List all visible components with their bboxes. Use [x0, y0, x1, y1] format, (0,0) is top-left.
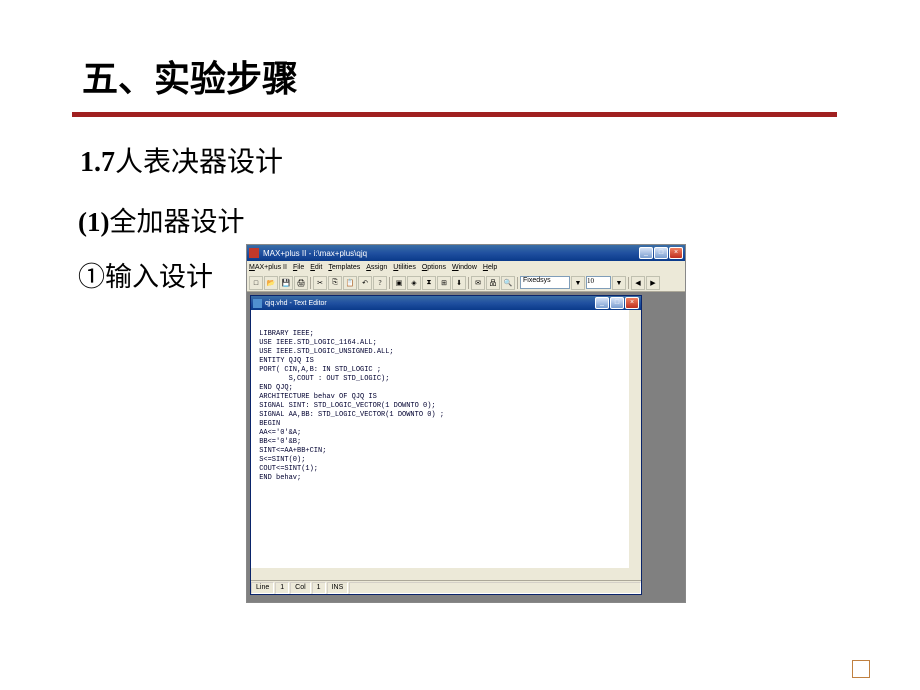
code-line: PORT( CIN,A,B: IN STD_LOGIC ; — [255, 366, 637, 375]
maximize-button[interactable]: □ — [654, 247, 668, 259]
prog-icon[interactable]: ⬇ — [452, 276, 466, 290]
heading-1-text: 人表决器设计 — [115, 147, 283, 178]
code-line: END behav; — [255, 474, 637, 483]
window-controls: _ □ × — [639, 247, 683, 259]
slide-nav-button[interactable] — [852, 660, 870, 678]
editor-minimize-button[interactable]: _ — [595, 297, 609, 309]
font-select[interactable]: Fixedsys — [520, 276, 570, 289]
mdi-area: qjq.vhd - Text Editor _ □ × LIBRARY IEEE… — [247, 292, 685, 602]
print-icon[interactable]: 🖨 — [294, 276, 308, 290]
sim-icon[interactable]: ◈ — [407, 276, 421, 290]
indent-right-icon[interactable]: ▶ — [646, 276, 660, 290]
minimize-button[interactable]: _ — [639, 247, 653, 259]
code-line: S,COUT : OUT STD_LOGIC); — [255, 375, 637, 384]
status-col-label: Col — [290, 582, 311, 594]
menu-maxplusii[interactable]: MAX+plus II — [249, 264, 287, 271]
toolbar-separator — [310, 277, 311, 289]
horizontal-scrollbar[interactable] — [251, 568, 629, 580]
hierarchy-icon[interactable]: 品 — [486, 276, 500, 290]
menu-utilities[interactable]: Utilities — [393, 264, 416, 271]
search-icon[interactable]: 🔍 — [501, 276, 515, 290]
indent-left-icon[interactable]: ◀ — [631, 276, 645, 290]
toolbar-separator — [628, 277, 629, 289]
menu-file[interactable]: File — [293, 264, 304, 271]
toolbar-separator — [517, 277, 518, 289]
app-icon — [249, 248, 259, 258]
new-icon[interactable]: □ — [249, 276, 263, 290]
code-editor[interactable]: LIBRARY IEEE; USE IEEE.STD_LOGIC_1164.AL… — [251, 310, 641, 580]
code-line: LIBRARY IEEE; — [255, 330, 637, 339]
editor-title: qjq.vhd - Text Editor — [265, 300, 595, 307]
menu-edit[interactable]: Edit — [310, 264, 322, 271]
editor-controls: _ □ × — [595, 297, 639, 309]
app-title: MAX+plus II - i:\max+plus\qjq — [263, 249, 639, 258]
code-line: ENTITY QJQ IS — [255, 357, 637, 366]
heading-3: ①输入设计 — [78, 255, 213, 294]
editor-statusbar: Line 1 Col 1 INS — [251, 580, 641, 594]
status-line-value: 1 — [275, 582, 289, 594]
code-line: S<=SINT(0); — [255, 456, 637, 465]
help-icon[interactable]: ? — [373, 276, 387, 290]
status-line-label: Line — [251, 582, 274, 594]
cut-icon[interactable]: ✂ — [313, 276, 327, 290]
menu-window[interactable]: Window — [452, 264, 477, 271]
menu-help[interactable]: Help — [483, 264, 497, 271]
code-line: BB<='0'&B; — [255, 438, 637, 447]
app-titlebar[interactable]: MAX+plus II - i:\max+plus\qjq _ □ × — [247, 245, 685, 261]
code-line: SIGNAL AA,BB: STD_LOGIC_VECTOR(1 DOWNTO … — [255, 411, 637, 420]
undo-icon[interactable]: ↶ — [358, 276, 372, 290]
status-col-value: 1 — [312, 582, 326, 594]
vertical-scrollbar[interactable] — [629, 310, 641, 580]
toolbar: □📂💾🖨 ✂⎘📋↶? ▣◈⧗⊞⬇ ✉品🔍 Fixedsys ▼ 10 ▼ ◀ ▶ — [247, 274, 685, 292]
code-line: USE IEEE.STD_LOGIC_UNSIGNED.ALL; — [255, 348, 637, 357]
slide-title: 五、实验步骤 — [82, 50, 298, 102]
editor-titlebar[interactable]: qjq.vhd - Text Editor _ □ × — [251, 296, 641, 310]
status-spacer — [349, 582, 641, 594]
menu-options[interactable]: Options — [422, 264, 446, 271]
menu-templates[interactable]: Templates — [328, 264, 360, 271]
editor-window: qjq.vhd - Text Editor _ □ × LIBRARY IEEE… — [250, 295, 642, 595]
heading-2: (1)全加器设计 — [78, 200, 244, 239]
code-line: BEGIN — [255, 420, 637, 429]
size-dropdown-icon[interactable]: ▼ — [612, 276, 626, 290]
status-ins: INS — [327, 582, 349, 594]
menu-assign[interactable]: Assign — [366, 264, 387, 271]
code-line: USE IEEE.STD_LOGIC_1164.ALL; — [255, 339, 637, 348]
compile-icon[interactable]: ▣ — [392, 276, 406, 290]
code-line: END QJQ; — [255, 384, 637, 393]
font-dropdown-icon[interactable]: ▼ — [571, 276, 585, 290]
code-line: SIGNAL SINT: STD_LOGIC_VECTOR(1 DOWNTO 0… — [255, 402, 637, 411]
toolbar-separator — [389, 277, 390, 289]
code-line: ARCHITECTURE behav OF QJQ IS — [255, 393, 637, 402]
app-screenshot: MAX+plus II - i:\max+plus\qjq _ □ × MAX+… — [246, 244, 686, 603]
code-line: COUT<=SINT(1); — [255, 465, 637, 474]
editor-close-button[interactable]: × — [625, 297, 639, 309]
msg-icon[interactable]: ✉ — [471, 276, 485, 290]
save-icon[interactable]: 💾 — [279, 276, 293, 290]
title-underline — [72, 112, 837, 117]
code-line: AA<='0'&A; — [255, 429, 637, 438]
floorplan-icon[interactable]: ⊞ — [437, 276, 451, 290]
font-size-select[interactable]: 10 — [586, 276, 611, 289]
heading-1: 1.7人表决器设计 — [80, 140, 283, 180]
copy-icon[interactable]: ⎘ — [328, 276, 342, 290]
heading-1-num: 1.7 — [80, 147, 115, 178]
editor-doc-icon — [253, 299, 262, 308]
paste-icon[interactable]: 📋 — [343, 276, 357, 290]
toolbar-separator — [468, 277, 469, 289]
menubar: MAX+plus II File Edit Templates Assign Utilit… — [247, 261, 685, 274]
timing-icon[interactable]: ⧗ — [422, 276, 436, 290]
code-line: SINT<=AA+BB+CIN; — [255, 447, 637, 456]
open-icon[interactable]: 📂 — [264, 276, 278, 290]
heading-2-text: 全加器设计 — [109, 207, 244, 237]
close-button[interactable]: × — [669, 247, 683, 259]
heading-2-num: (1) — [78, 207, 109, 237]
editor-maximize-button[interactable]: □ — [610, 297, 624, 309]
